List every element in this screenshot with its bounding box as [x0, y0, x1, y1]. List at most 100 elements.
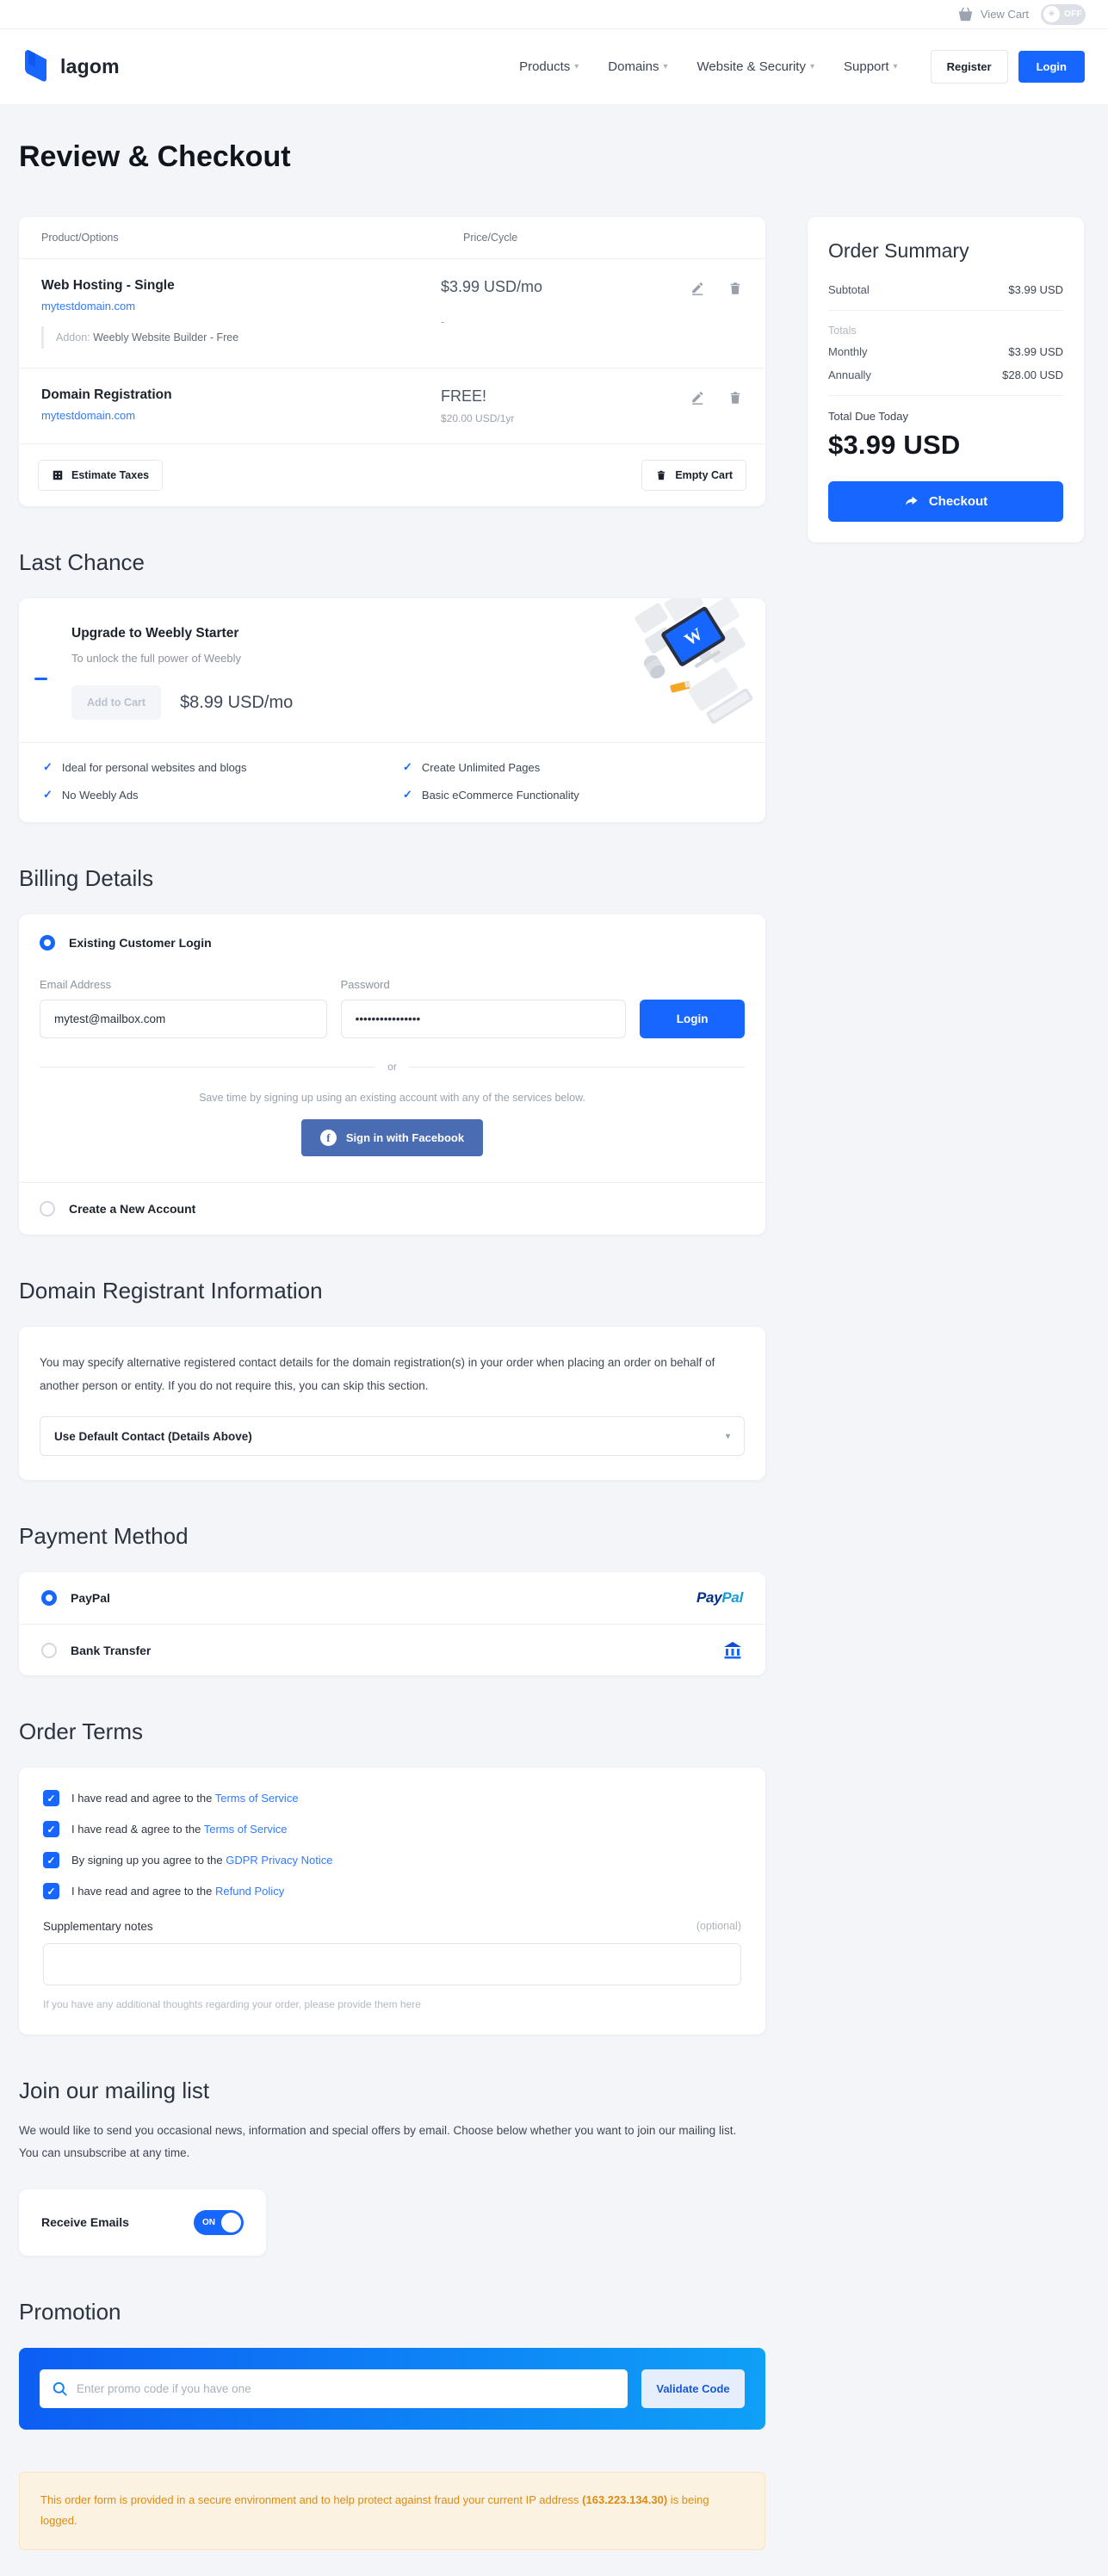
dark-mode-toggle[interactable]: ✳ OFF: [1041, 3, 1086, 25]
lagom-logo-icon: [25, 49, 46, 82]
trash-icon: [658, 470, 665, 480]
toggle-on-label: ON: [202, 2217, 215, 2227]
upsell-feature: ✓ No Weebly Ads: [43, 788, 139, 802]
promo-input-wrap: [40, 2369, 628, 2408]
term-item: ✓ I have read & agree to the Terms of Se…: [43, 1821, 741, 1837]
terms-of-service-link[interactable]: Terms of Service: [215, 1792, 299, 1805]
paypal-radio[interactable]: [41, 1590, 57, 1606]
promo-code-input[interactable]: [77, 2381, 616, 2395]
mailing-heading: Join our mailing list: [19, 2078, 210, 2103]
monthly-label: Monthly: [828, 345, 868, 358]
registrant-heading: Domain Registrant Information: [19, 1278, 323, 1303]
check-icon: ✓: [403, 760, 412, 773]
empty-cart-button[interactable]: Empty Cart: [641, 460, 746, 491]
brand-name: lagom: [60, 55, 120, 77]
billing-card: Existing Customer Login Email Address Pa…: [19, 914, 765, 1235]
refund-checkbox[interactable]: ✓: [43, 1883, 59, 1899]
registrant-contact-select[interactable]: Use Default Contact (Details Above) ▾: [40, 1416, 745, 1456]
chevron-down-icon: ▾: [893, 62, 898, 71]
nav-domains[interactable]: Domains ▾: [608, 59, 667, 74]
table-row: Domain Registration mytestdomain.com FRE…: [19, 368, 765, 444]
monthly-value: $3.99 USD: [1008, 345, 1063, 358]
bank-icon: [724, 1641, 741, 1658]
edit-icon[interactable]: [690, 281, 706, 296]
terms-checkbox[interactable]: ✓: [43, 1821, 59, 1837]
check-icon: ✓: [43, 760, 53, 773]
payment-option-bank-transfer[interactable]: Bank Transfer: [19, 1624, 765, 1675]
term-item: ✓ I have read and agree to the Terms of …: [43, 1790, 741, 1806]
terms-of-service-link[interactable]: Terms of Service: [204, 1823, 288, 1836]
cart-icon: [958, 7, 973, 22]
delete-icon[interactable]: [727, 390, 743, 406]
create-account-radio[interactable]: [40, 1201, 55, 1217]
estimate-taxes-button[interactable]: Estimate Taxes: [38, 460, 164, 491]
login-button[interactable]: Login: [640, 1000, 745, 1038]
registrant-description: You may specify alternative registered c…: [40, 1356, 715, 1392]
notes-optional-badge: (optional): [696, 1920, 741, 1932]
payment-heading: Payment Method: [19, 1523, 189, 1549]
upsell-subtitle: To unlock the full power of Weebly: [71, 652, 242, 665]
terms-checkbox[interactable]: ✓: [43, 1790, 59, 1806]
registrant-card: You may specify alternative registered c…: [19, 1327, 765, 1480]
refund-policy-link[interactable]: Refund Policy: [215, 1885, 284, 1898]
header-login-button[interactable]: Login: [1018, 51, 1085, 83]
gdpr-privacy-link[interactable]: GDPR Privacy Notice: [226, 1854, 332, 1867]
existing-customer-label: Existing Customer Login: [69, 936, 212, 950]
weebly-illustration: W: [634, 598, 753, 724]
total-due-label: Total Due Today: [828, 410, 908, 423]
or-divider: or: [40, 1061, 745, 1073]
chevron-down-icon: ▾: [809, 62, 814, 71]
facebook-signin-button[interactable]: f Sign in with Facebook: [300, 1119, 484, 1156]
view-cart-label: View Cart: [980, 8, 1029, 21]
receive-emails-toggle[interactable]: ON: [194, 2209, 244, 2235]
edit-icon[interactable]: [690, 390, 706, 406]
search-icon: [53, 2381, 67, 2396]
chevron-down-icon: ▾: [663, 62, 668, 71]
product-name: Web Hosting - Single: [41, 278, 175, 293]
product-domain-link[interactable]: mytestdomain.com: [41, 300, 441, 313]
paypal-logo: PayPal: [696, 1589, 743, 1606]
nav-website-security[interactable]: Website & Security ▾: [697, 59, 814, 74]
cart-col-product: Product/Options: [41, 232, 119, 244]
chevron-down-icon: ▾: [574, 62, 579, 71]
topbar: View Cart ✳ OFF: [0, 0, 1108, 29]
product-domain-link[interactable]: mytestdomain.com: [41, 409, 441, 422]
upsell-checkbox[interactable]: [34, 678, 47, 680]
validate-code-button[interactable]: Validate Code: [641, 2369, 745, 2408]
last-chance-heading: Last Chance: [19, 549, 145, 575]
nav-products[interactable]: Products ▾: [519, 59, 579, 74]
add-to-cart-button[interactable]: Add to Cart: [71, 685, 162, 720]
email-label: Email Address: [40, 978, 112, 991]
checkout-button[interactable]: Checkout: [828, 481, 1063, 522]
gdpr-checkbox[interactable]: ✓: [43, 1852, 59, 1868]
annually-value: $28.00 USD: [1002, 368, 1063, 381]
check-icon: ✓: [403, 788, 412, 801]
password-label: Password: [340, 978, 390, 991]
receive-emails-label: Receive Emails: [41, 2215, 129, 2230]
upsell-feature: ✓ Create Unlimited Pages: [403, 760, 541, 774]
term-item: ✓ I have read and agree to the Refund Po…: [43, 1883, 741, 1899]
bank-transfer-radio[interactable]: [41, 1642, 57, 1658]
calculator-icon: [53, 470, 63, 480]
brand-logo[interactable]: lagom: [23, 49, 120, 84]
mailing-description: We would like to send you occasional new…: [19, 2124, 737, 2160]
product-price: FREE!: [441, 387, 487, 405]
product-price: $3.99 USD/mo: [441, 278, 543, 295]
register-button[interactable]: Register: [930, 50, 1008, 84]
view-cart-button[interactable]: View Cart: [957, 7, 1029, 22]
email-field[interactable]: [40, 1000, 327, 1038]
subtotal-value: $3.99 USD: [1008, 283, 1063, 296]
totals-label: Totals: [828, 325, 857, 337]
social-signin-hint: Save time by signing up using an existin…: [199, 1092, 585, 1104]
password-field[interactable]: [340, 1000, 627, 1038]
supplementary-notes-input[interactable]: [43, 1943, 741, 1985]
payment-option-paypal[interactable]: PayPal PayPal: [19, 1572, 765, 1624]
total-due-value: $3.99 USD: [828, 430, 961, 460]
existing-customer-radio[interactable]: [40, 935, 55, 951]
promotion-heading: Promotion: [19, 2298, 121, 2325]
main-content: Review & Checkout Product/Options Price/…: [0, 104, 1108, 2576]
term-item: ✓ By signing up you agree to the GDPR Pr…: [43, 1852, 741, 1868]
facebook-icon: f: [319, 1130, 337, 1146]
delete-icon[interactable]: [727, 281, 743, 296]
nav-support[interactable]: Support ▾: [844, 59, 898, 74]
